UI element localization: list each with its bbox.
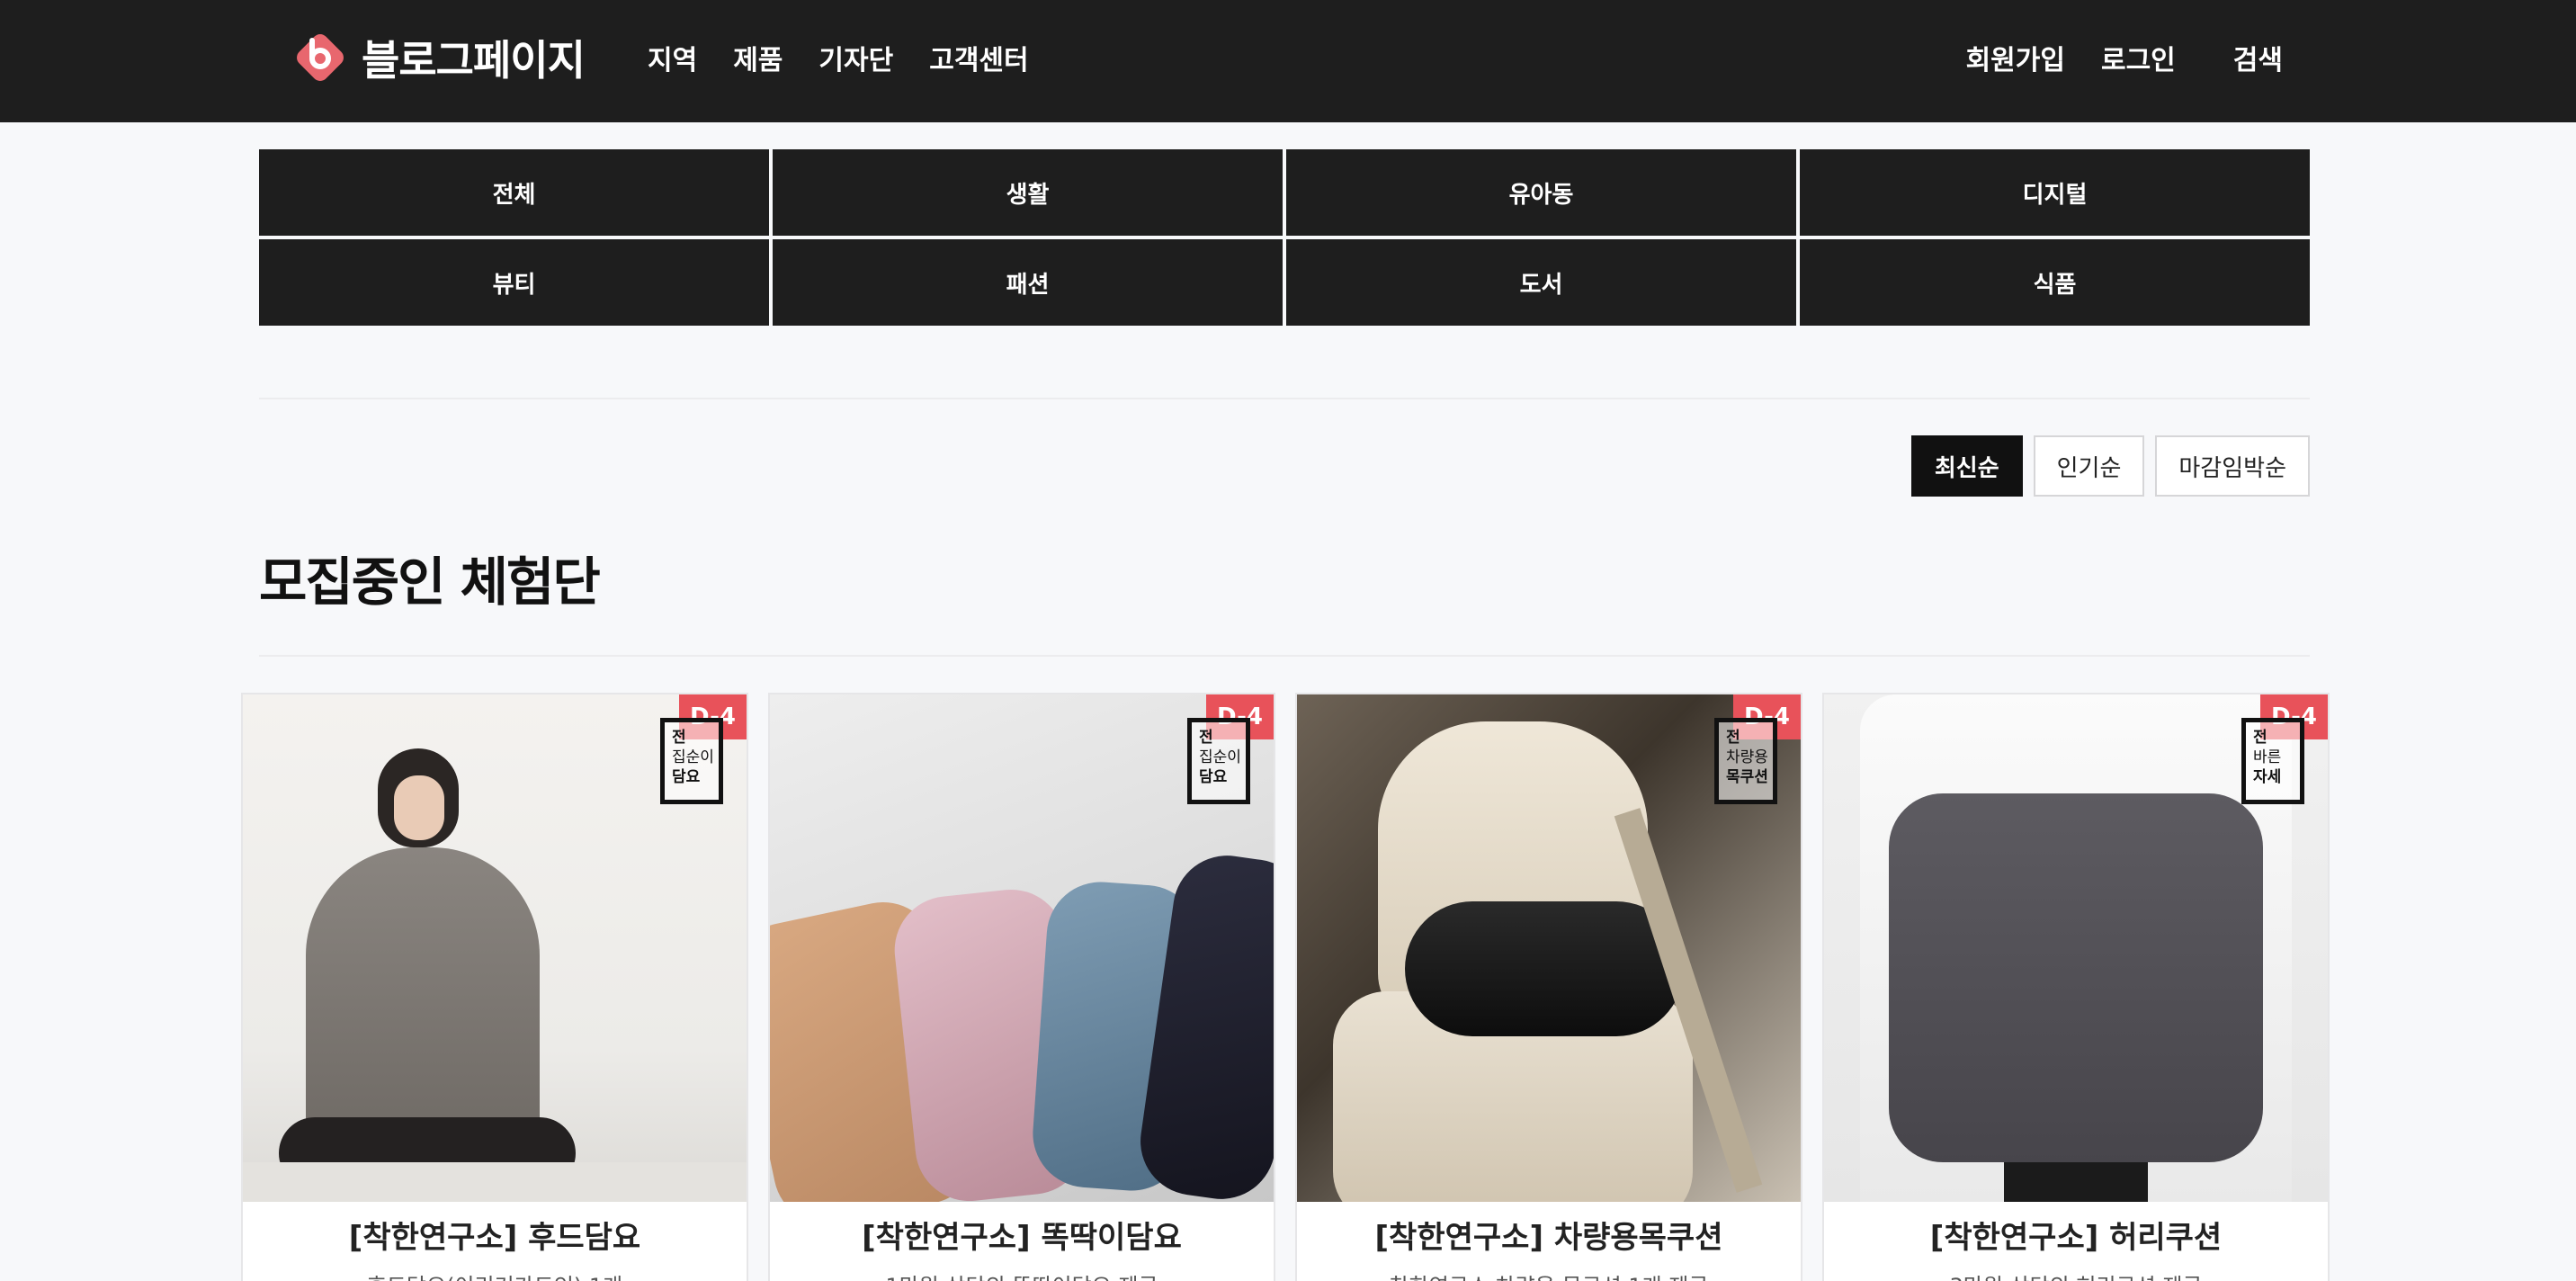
nav-item-product[interactable]: 제품 <box>733 38 783 77</box>
product-stamp: 전 집순이 담요 <box>1187 718 1250 804</box>
category-food[interactable]: 식품 <box>1800 239 2310 326</box>
product-stamp: 전 차량용 목쿠션 <box>1714 718 1777 804</box>
card-subtitle: 3만원 상당의 허리쿠션 제공 <box>1824 1268 2328 1281</box>
sort-latest-button[interactable]: 최신순 <box>1910 435 2023 497</box>
category-digital[interactable]: 디지털 <box>1800 149 2310 236</box>
campaign-card[interactable]: D-4 전바른자세 [착한연구소] 허리쿠션 3만원 상당의 허리쿠션 제공 <box>1822 693 2330 1281</box>
product-image-button-blanket: D-4 전 집순이 담요 <box>770 694 1274 1202</box>
card-title: [착한연구소] 똑딱이담요 <box>862 1220 1182 1256</box>
category-kids[interactable]: 유아동 <box>1286 149 1796 236</box>
product-image-neck-cushion: D-4 전 차량용 목쿠션 <box>1297 694 1801 1202</box>
top-navigation-bar: 블로그페이지 지역 제품 기자단 고객센터 회원가입 로그인 검색 <box>0 0 2576 122</box>
product-image-hood-blanket: D-4 전 집순이 담요 <box>243 694 747 1202</box>
brand-logo[interactable]: 블로그페이지 <box>293 29 586 86</box>
category-fashion[interactable]: 패션 <box>773 239 1283 326</box>
divider <box>259 655 2310 657</box>
section-title: 모집중인 체험단 <box>259 551 601 613</box>
product-stamp: 전 바른 자세 <box>2241 718 2304 804</box>
card-subtitle: 착한연구소 차량용 목쿠션 1개 제공 <box>1297 1268 1801 1281</box>
card-title: [착한연구소] 허리쿠션 <box>1929 1220 2223 1256</box>
category-all[interactable]: 전체 <box>259 149 769 236</box>
category-grid: 전체 생활 유아동 디지털 뷰티 패션 도서 식품 <box>259 149 2310 326</box>
card-title: [착한연구소] 후드담요 <box>348 1220 641 1256</box>
nav-item-reporters[interactable]: 기자단 <box>818 38 893 77</box>
campaign-list: D-4 전집순이담요 [착한연구소] 후드담요 후드담요(이리커가드인) 1개 … <box>241 693 2330 1281</box>
category-living[interactable]: 생활 <box>773 149 1283 236</box>
category-beauty[interactable]: 뷰티 <box>259 239 769 326</box>
sort-options: 최신순 인기순 마감임박순 <box>1910 435 2310 497</box>
card-subtitle: 후드담요(이리커가드인) 1개 <box>243 1268 747 1281</box>
campaign-card[interactable]: D-4 전집순이담요 [착한연구소] 후드담요 후드담요(이리커가드인) 1개 <box>241 693 748 1281</box>
sort-deadline-button[interactable]: 마감임박순 <box>2155 435 2310 497</box>
main-nav: 지역 제품 기자단 고객센터 <box>648 32 1065 83</box>
brand-name: 블로그페이지 <box>362 36 586 85</box>
signup-link[interactable]: 회원가입 <box>1966 38 2065 77</box>
card-title: [착한연구소] 차량용목쿠션 <box>1374 1220 1723 1256</box>
login-link[interactable]: 로그인 <box>2101 38 2176 77</box>
category-books[interactable]: 도서 <box>1286 239 1796 326</box>
campaign-card[interactable]: D-4 전집순이담요 [착한연구소] 똑딱이담요 1만원 상당의 똑딱이담요 제… <box>768 693 1275 1281</box>
campaign-card[interactable]: D-4 전차량용목쿠션 [착한연구소] 차량용목쿠션 착한연구소 차량용 목쿠션… <box>1295 693 1802 1281</box>
card-subtitle: 1만원 상당의 똑딱이담요 제공 <box>770 1268 1274 1281</box>
divider <box>259 398 2310 399</box>
product-image-waist-cushion: D-4 전 바른 자세 <box>1824 694 2328 1202</box>
nav-item-customer-center[interactable]: 고객센터 <box>929 38 1028 77</box>
product-stamp: 전 집순이 담요 <box>660 718 723 804</box>
nav-item-region[interactable]: 지역 <box>648 38 697 77</box>
sort-popular-button[interactable]: 인기순 <box>2033 435 2145 497</box>
search-link[interactable]: 검색 <box>2233 38 2283 77</box>
logo-icon <box>293 31 347 85</box>
account-nav: 회원가입 로그인 검색 <box>1930 32 2283 83</box>
